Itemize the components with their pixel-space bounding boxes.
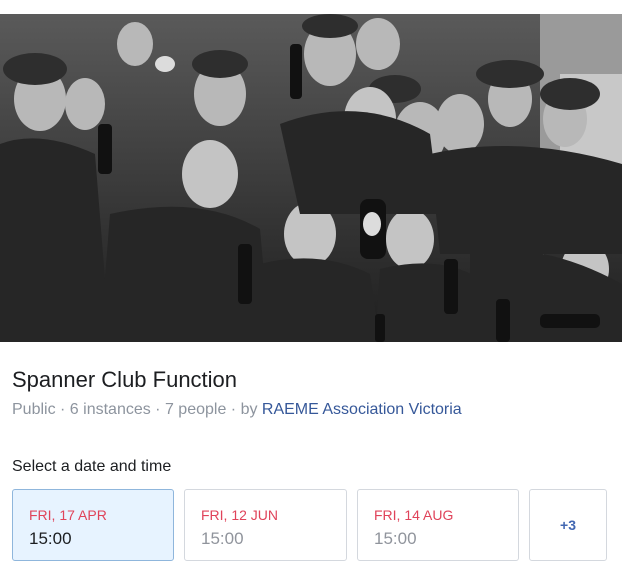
select-date-label: Select a date and time [12, 458, 172, 475]
meta-separator: · [55, 401, 70, 418]
date-option[interactable]: FRI, 17 APR 15:00 [12, 489, 174, 561]
more-dates-button[interactable]: +3 [529, 489, 607, 561]
privacy-label: Public [12, 401, 56, 418]
date-option-day: FRI, 17 APR [29, 507, 107, 523]
more-dates-label: +3 [560, 517, 576, 533]
instances-count: 6 instances [69, 401, 151, 418]
cover-photo-image [0, 14, 622, 342]
event-meta: Public · 6 instances · 7 people · by RAE… [12, 401, 462, 419]
date-option-time: 15:00 [374, 529, 417, 548]
date-option-time: 15:00 [29, 529, 72, 548]
people-count[interactable]: 7 people [165, 401, 226, 418]
date-option[interactable]: FRI, 12 JUN 15:00 [184, 489, 347, 561]
event-title[interactable]: Spanner Club Function [12, 367, 237, 393]
date-option[interactable]: FRI, 14 AUG 15:00 [357, 489, 519, 561]
date-option-day: FRI, 12 JUN [201, 507, 279, 523]
host-link[interactable]: RAEME Association Victoria [262, 401, 462, 418]
meta-separator: · [226, 401, 241, 418]
date-option-time: 15:00 [201, 529, 244, 548]
date-option-day: FRI, 14 AUG [374, 507, 454, 523]
meta-separator: · [150, 401, 165, 418]
event-cover-photo[interactable] [0, 14, 622, 342]
by-label: by [240, 401, 262, 418]
